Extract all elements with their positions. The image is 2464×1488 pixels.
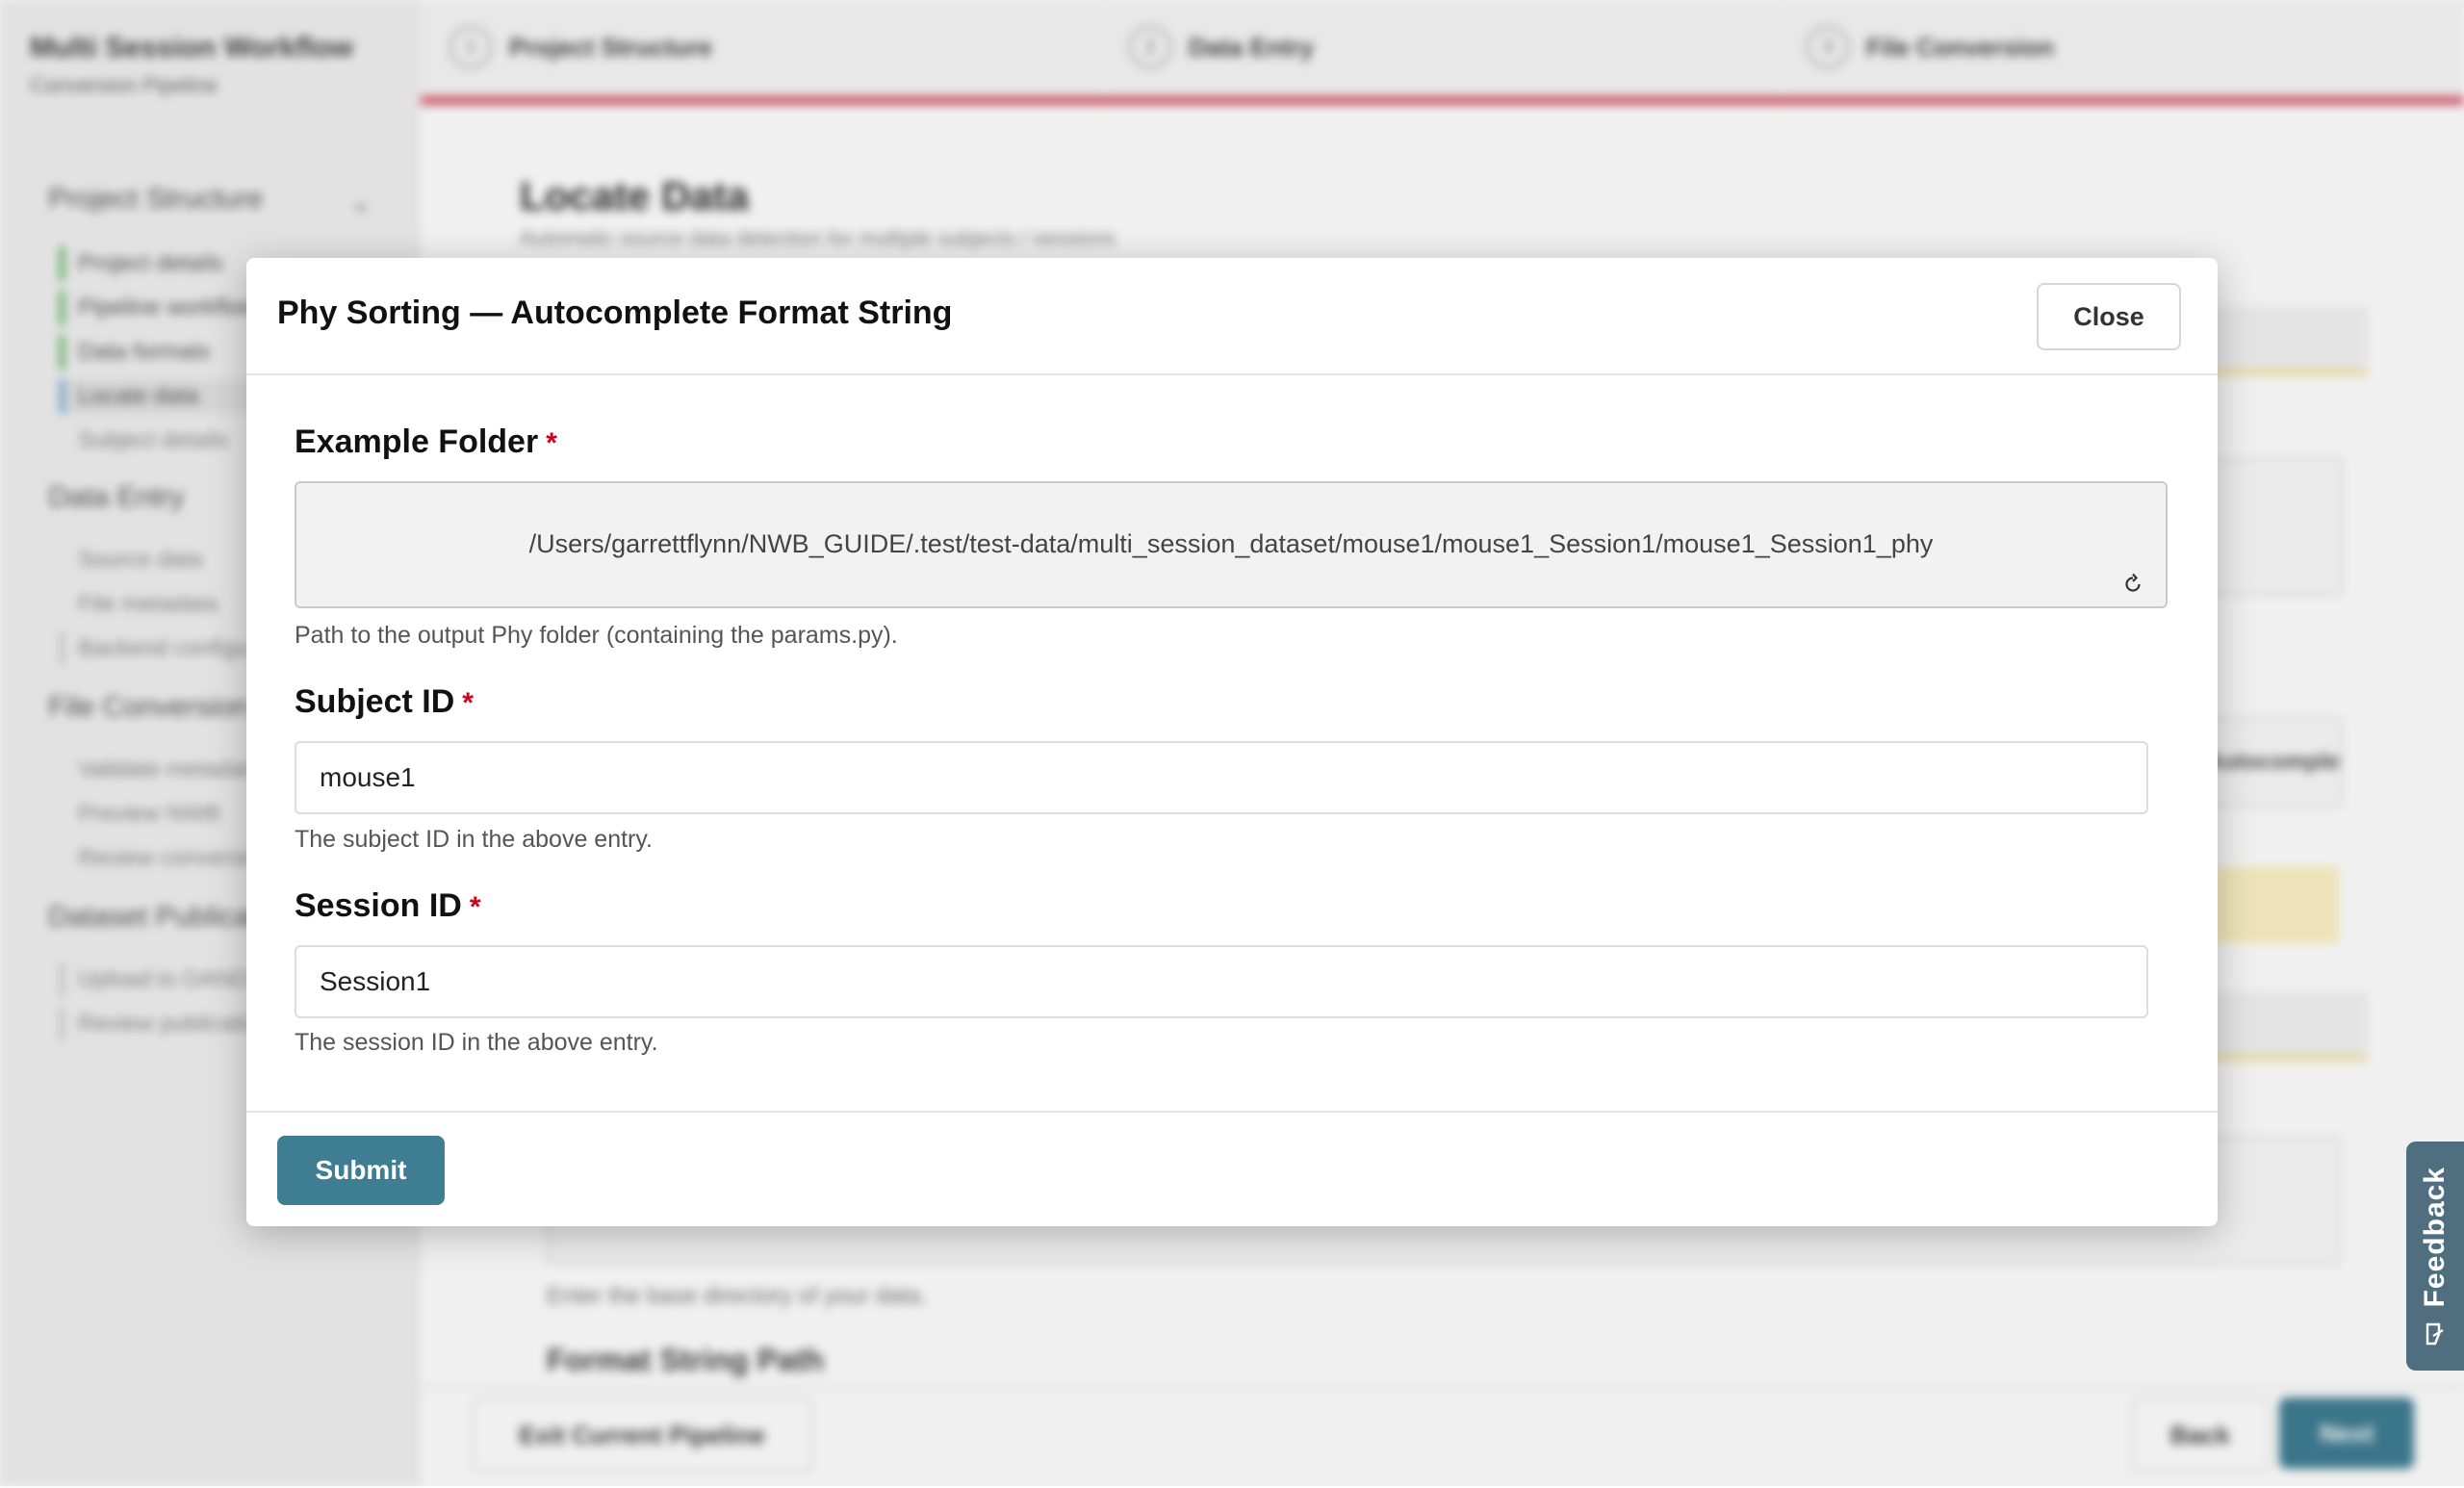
- example-folder-help: Path to the output Phy folder (containin…: [295, 622, 898, 649]
- edit-note-icon: [2426, 1323, 2444, 1346]
- example-folder-label: Example Folder *: [295, 423, 557, 461]
- session-id-label-text: Session ID: [295, 887, 462, 924]
- submit-button[interactable]: Submit: [277, 1136, 445, 1205]
- session-id-help: The session ID in the above entry.: [295, 1029, 658, 1056]
- close-button[interactable]: Close: [2037, 283, 2181, 350]
- required-marker: *: [462, 687, 474, 719]
- autocomplete-modal: Phy Sorting — Autocomplete Format String…: [246, 258, 2218, 1226]
- example-folder-label-text: Example Folder: [295, 423, 539, 460]
- modal-footer: Submit: [246, 1111, 2218, 1228]
- session-id-input[interactable]: [295, 945, 2148, 1018]
- subject-id-label: Subject ID *: [295, 683, 474, 721]
- subject-id-label-text: Subject ID: [295, 683, 455, 720]
- example-folder-field[interactable]: /Users/garrettflynn/NWB_GUIDE/.test/test…: [295, 481, 2168, 608]
- required-marker: *: [546, 427, 557, 459]
- refresh-icon[interactable]: [2121, 572, 2144, 595]
- required-marker: *: [469, 891, 481, 923]
- example-folder-path[interactable]: /Users/garrettflynn/NWB_GUIDE/.test/test…: [296, 529, 2166, 559]
- subject-id-input[interactable]: [295, 741, 2148, 814]
- session-id-label: Session ID *: [295, 887, 481, 925]
- feedback-tab[interactable]: Feedback: [2406, 1142, 2464, 1371]
- modal-header: Phy Sorting — Autocomplete Format String…: [246, 258, 2218, 375]
- modal-title: Phy Sorting — Autocomplete Format String: [277, 295, 953, 331]
- feedback-label: Feedback: [2419, 1166, 2451, 1308]
- subject-id-help: The subject ID in the above entry.: [295, 826, 653, 853]
